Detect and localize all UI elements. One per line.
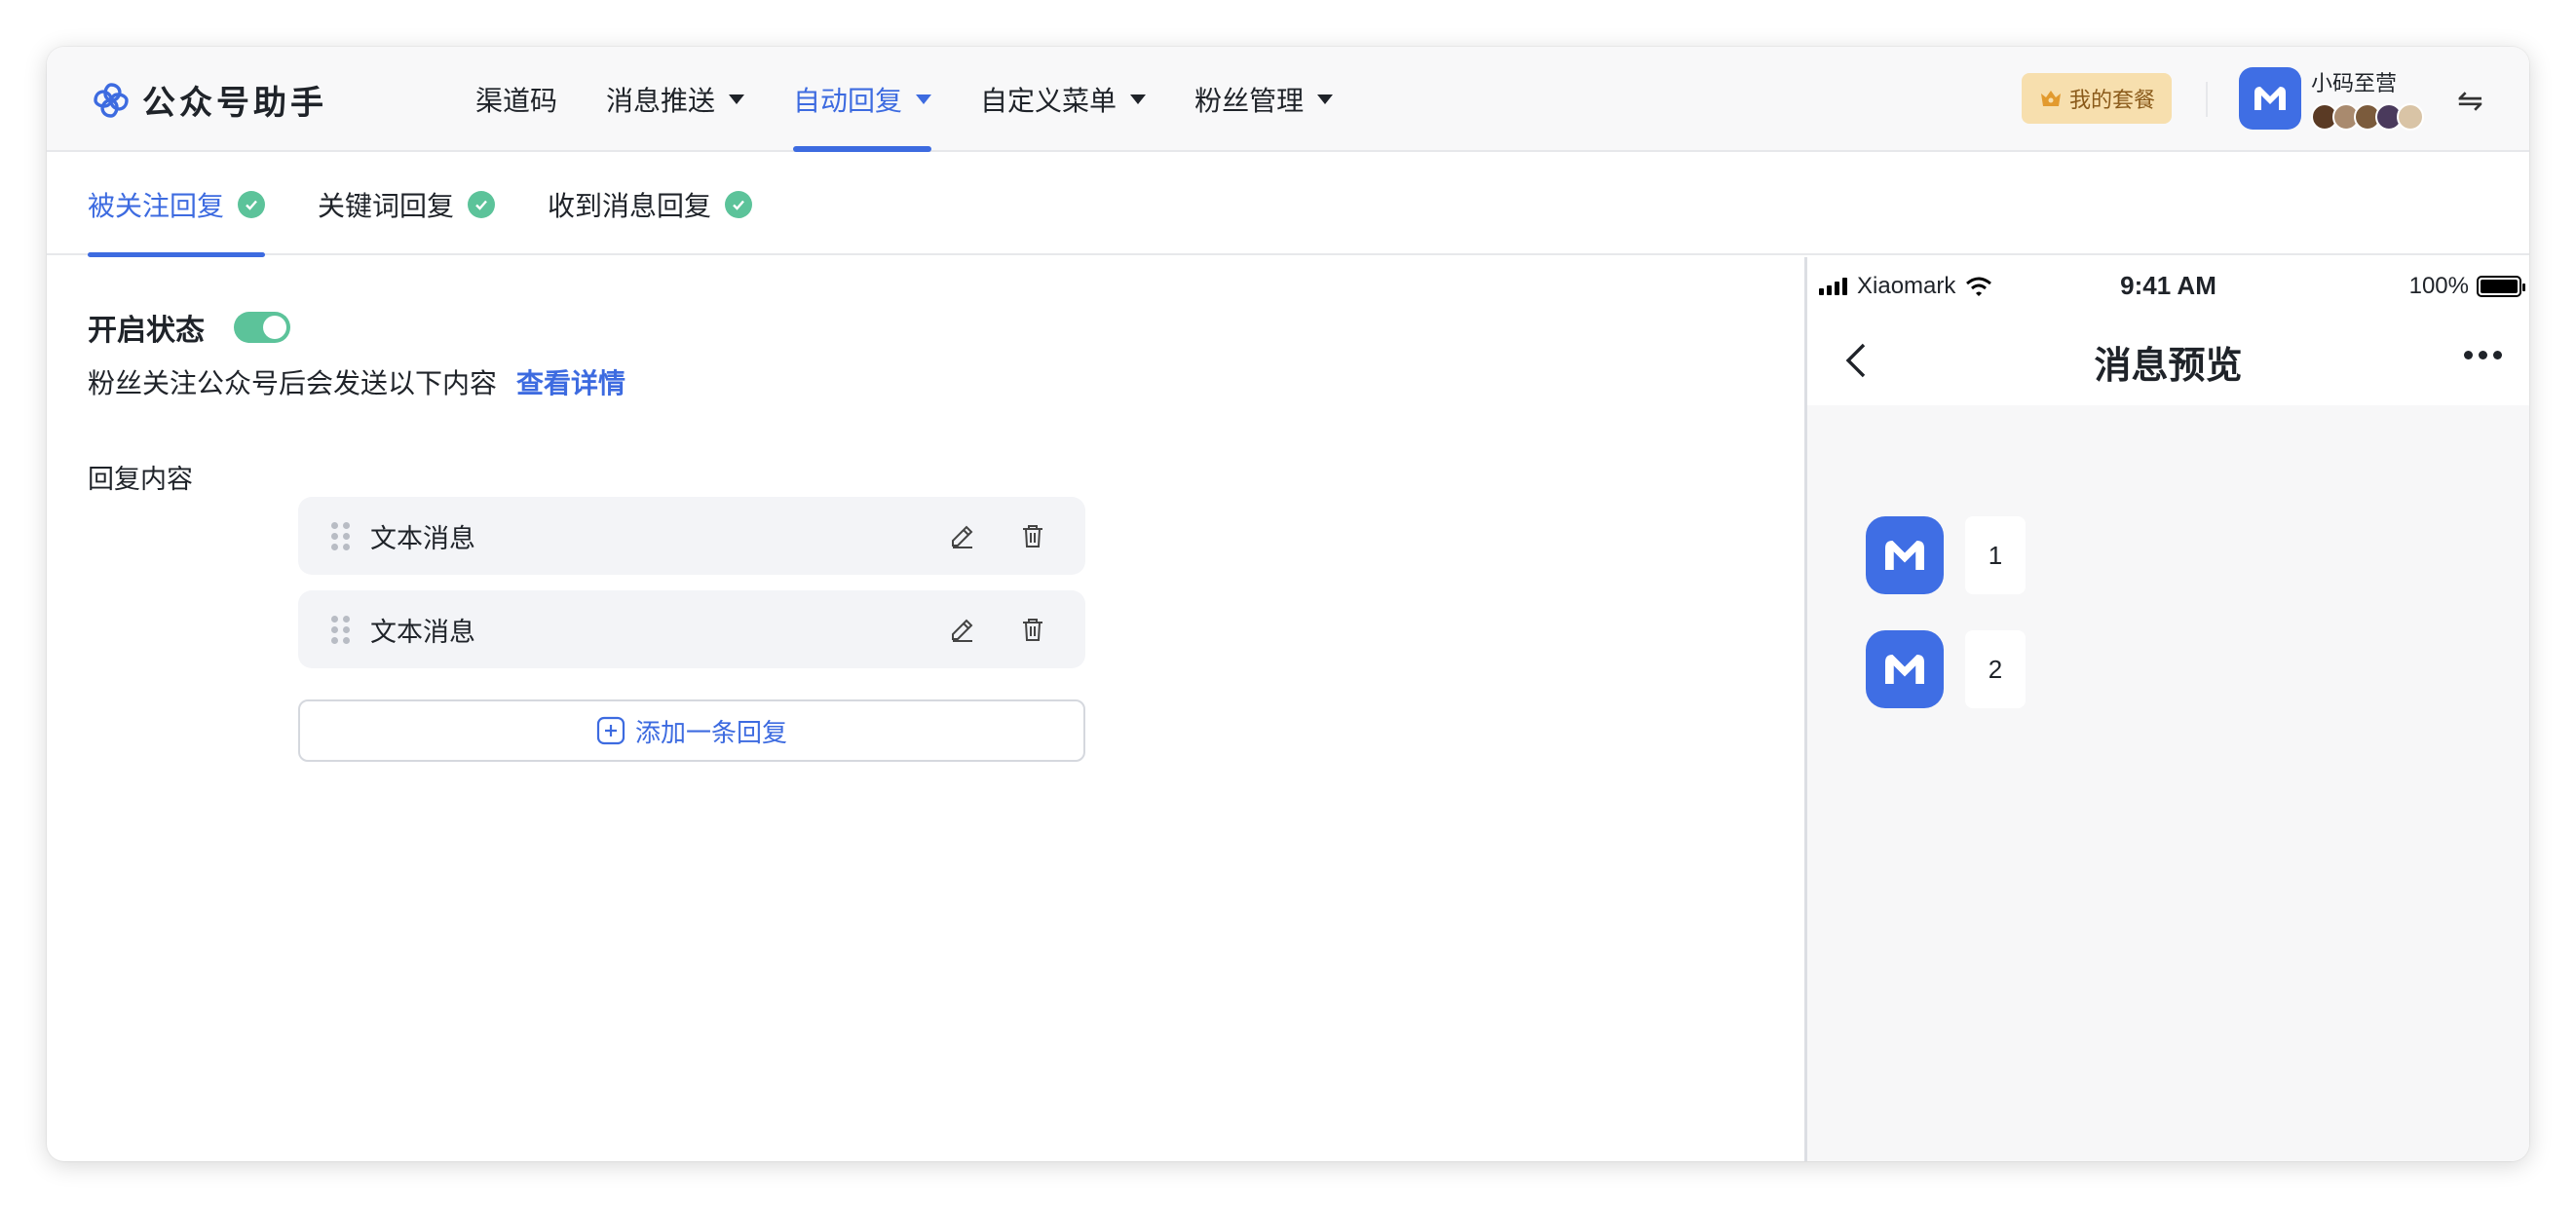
edit-icon[interactable] — [945, 612, 980, 647]
nav-item-label: 自动回复 — [793, 85, 903, 117]
delete-icon[interactable] — [1015, 612, 1050, 647]
nav-item-label: 自定义菜单 — [980, 85, 1118, 117]
chat-message: 2 — [1866, 630, 2026, 708]
add-reply-button[interactable]: 添加一条回复 — [298, 699, 1085, 762]
tab-keyword-reply[interactable]: 关键词回复 — [318, 154, 496, 255]
avatar — [2239, 67, 2301, 130]
description-row: 粉丝关注公众号后会发送以下内容 查看详情 — [88, 362, 625, 401]
check-circle-icon — [725, 191, 753, 218]
settings-panel: 开启状态 粉丝关注公众号后会发送以下内容 查看详情 回复内容 文本消息 文本消息 — [47, 257, 1804, 1161]
message-bubble: 2 — [1965, 630, 2026, 708]
main-nav: 渠道码 消息推送 自动回复 自定义菜单 粉丝管理 — [475, 47, 1382, 152]
m-logo-icon — [2254, 87, 2286, 110]
top-navigation-bar: 公众号助手 渠道码 消息推送 自动回复 自定义菜单 粉丝管理 我的套餐 小码至营… — [47, 47, 2529, 152]
clover-logo-icon — [94, 82, 129, 118]
message-bubble: 1 — [1965, 516, 2026, 594]
check-circle-icon — [238, 191, 266, 218]
user-name: 小码至营 — [2311, 72, 2398, 96]
nav-item-label: 消息推送 — [606, 85, 716, 117]
chat-message: 1 — [1866, 516, 2026, 594]
nav-item-message-push[interactable]: 消息推送 — [606, 47, 745, 152]
delete-icon[interactable] — [1015, 518, 1050, 553]
user-profile[interactable]: 小码至营 — [2239, 66, 2424, 131]
phone-status-bar: Xiaomark 9:41 AM 100% — [1807, 257, 2529, 316]
status-row: 开启状态 — [88, 306, 290, 349]
nav-item-label: 渠道码 — [475, 85, 558, 117]
reply-item-text: 文本消息 — [370, 523, 475, 554]
tab-follow-reply[interactable]: 被关注回复 — [88, 154, 266, 257]
avatar — [1866, 630, 1944, 708]
preview-title: 消息预览 — [2094, 344, 2243, 387]
reply-item-text: 文本消息 — [370, 617, 475, 648]
tab-message-reply[interactable]: 收到消息回复 — [548, 154, 753, 255]
nav-item-channel-code[interactable]: 渠道码 — [475, 47, 557, 152]
edit-icon[interactable] — [945, 518, 980, 553]
check-circle-icon — [468, 191, 496, 218]
status-label: 开启状态 — [88, 314, 205, 348]
plus-square-icon — [596, 716, 625, 745]
add-reply-label: 添加一条回复 — [634, 718, 787, 748]
crown-icon — [2040, 91, 2061, 106]
tab-label: 关键词回复 — [318, 190, 455, 222]
follower-avatars — [2311, 103, 2424, 131]
reply-content-label: 回复内容 — [88, 465, 193, 495]
brand[interactable]: 公众号助手 — [90, 76, 327, 124]
nav-item-label: 粉丝管理 — [1194, 85, 1305, 117]
my-plan-label: 我的套餐 — [2068, 89, 2155, 113]
description-text: 粉丝关注公众号后会发送以下内容 — [88, 367, 498, 399]
nav-item-auto-reply[interactable]: 自动回复 — [793, 47, 932, 152]
tab-label: 收到消息回复 — [548, 190, 712, 222]
avatar — [1866, 516, 1944, 594]
caret-down-icon — [916, 94, 932, 104]
reply-item[interactable]: 文本消息 — [298, 590, 1085, 668]
follower-avatar — [2397, 103, 2424, 131]
nav-item-fans-management[interactable]: 粉丝管理 — [1194, 47, 1334, 152]
caret-down-icon — [729, 94, 745, 104]
tab-label: 被关注回复 — [88, 190, 225, 222]
battery-info: 100% — [2408, 273, 2525, 300]
view-details-link[interactable]: 查看详情 — [516, 362, 625, 401]
my-plan-button[interactable]: 我的套餐 — [2022, 73, 2172, 124]
m-logo-icon — [1885, 655, 1924, 684]
reply-type-tabs: 被关注回复 关键词回复 收到消息回复 — [47, 154, 2529, 257]
brand-name: 公众号助手 — [142, 84, 327, 123]
more-icon[interactable] — [2464, 351, 2502, 359]
m-logo-icon — [1885, 541, 1924, 570]
phone-preview: Xiaomark 9:41 AM 100% 消息预览 1 2 — [1804, 257, 2529, 1161]
divider — [2206, 82, 2208, 117]
app-window: 公众号助手 渠道码 消息推送 自动回复 自定义菜单 粉丝管理 我的套餐 小码至营… — [47, 47, 2529, 1161]
drag-handle-icon[interactable] — [331, 521, 351, 550]
drag-handle-icon[interactable] — [331, 615, 351, 644]
battery-percent: 100% — [2408, 273, 2469, 299]
phone-nav-bar: 消息预览 — [1807, 316, 2529, 405]
reply-item[interactable]: 文本消息 — [298, 497, 1085, 575]
nav-item-custom-menu[interactable]: 自定义菜单 — [980, 47, 1147, 152]
enable-toggle[interactable] — [234, 312, 290, 343]
caret-down-icon — [1130, 94, 1147, 104]
caret-down-icon — [1317, 94, 1334, 104]
switch-account-icon[interactable]: ⇋ — [2457, 82, 2483, 119]
battery-icon — [2477, 276, 2525, 297]
